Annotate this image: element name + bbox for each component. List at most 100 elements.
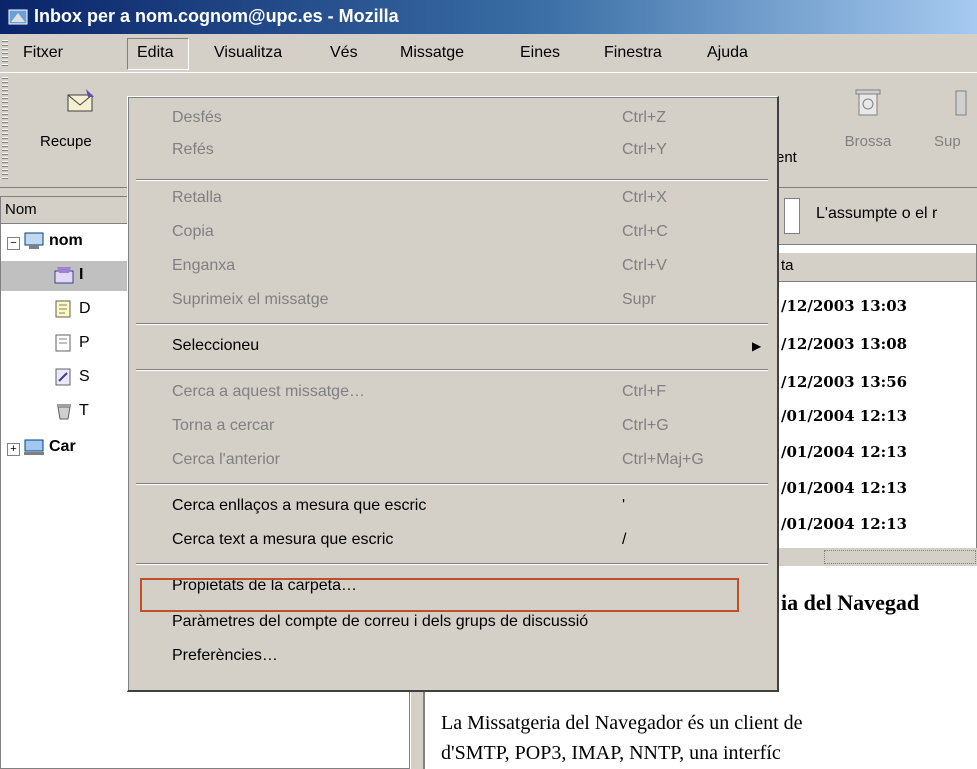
mozilla-app-icon[interactable] bbox=[8, 7, 28, 27]
menu-separator bbox=[136, 563, 768, 565]
message-date: /01/2004 12:13 bbox=[781, 515, 908, 533]
menu-item-label: Torna a cercar bbox=[172, 417, 275, 434]
menu-item-label: Preferències… bbox=[172, 647, 278, 664]
message-date: /12/2003 13:08 bbox=[781, 335, 908, 353]
menu-item-shortcut: / bbox=[622, 531, 627, 548]
menu-missatge[interactable]: Missatge bbox=[400, 44, 464, 62]
menu-item-shortcut: Ctrl+G bbox=[622, 417, 669, 434]
menu-item-copy[interactable]: Copia Ctrl+C bbox=[144, 219, 764, 249]
menu-item-label: Desfés bbox=[172, 109, 222, 126]
menubar-grip[interactable] bbox=[2, 40, 8, 68]
highlight-annotation-box bbox=[140, 578, 739, 612]
menu-item-account-settings[interactable]: Paràmetres del compte de correu i dels g… bbox=[144, 609, 764, 639]
message-date: /12/2003 13:03 bbox=[781, 297, 908, 315]
scroll-thumb[interactable] bbox=[824, 550, 976, 564]
folder-label: S bbox=[79, 368, 90, 385]
menu-item-find-links-as-type[interactable]: Cerca enllaços a mesura que escric ' bbox=[144, 493, 764, 523]
menu-item-label: Enganxa bbox=[172, 257, 236, 274]
menu-visualitza[interactable]: Visualitza bbox=[214, 44, 282, 62]
junk-label: Brossa bbox=[844, 133, 892, 150]
menu-item-redo[interactable]: Refés Ctrl+Y bbox=[144, 137, 764, 167]
menu-item-cut[interactable]: Retalla Ctrl+X bbox=[144, 185, 764, 215]
menu-item-select[interactable]: Seleccioneu ▶ bbox=[144, 333, 764, 363]
delete-label: Sup bbox=[934, 133, 961, 150]
inbox-icon bbox=[54, 267, 74, 284]
menu-item-find-again[interactable]: Torna a cercar Ctrl+G bbox=[144, 413, 764, 443]
delete-icon bbox=[955, 90, 967, 116]
templates-icon bbox=[55, 334, 71, 352]
folder-label: D bbox=[79, 300, 91, 317]
toolbar-label-enviament: ent bbox=[776, 149, 797, 166]
junk-bin-icon bbox=[855, 89, 881, 116]
mail-account-icon bbox=[24, 232, 44, 249]
collapse-toggle-icon[interactable]: − bbox=[7, 237, 20, 250]
menu-bar: Fitxer Edita Visualitza Vés Missatge Ein… bbox=[0, 38, 977, 70]
menu-fitxer[interactable]: Fitxer bbox=[23, 44, 63, 62]
message-date: /01/2004 12:13 bbox=[781, 479, 908, 497]
message-date: /01/2004 12:13 bbox=[781, 407, 908, 425]
menu-separator bbox=[136, 483, 768, 485]
preview-heading: ia del Navegad bbox=[781, 590, 920, 615]
menu-item-shortcut: Supr bbox=[622, 291, 656, 308]
menu-item-shortcut: Ctrl+Z bbox=[622, 109, 666, 126]
menu-item-label: Refés bbox=[172, 141, 214, 158]
menu-item-label: Retalla bbox=[172, 189, 222, 206]
menu-item-label: Paràmetres del compte de correu i dels g… bbox=[172, 613, 589, 630]
menu-item-shortcut: ' bbox=[622, 497, 626, 514]
title-bar[interactable]: Inbox per a nom.cognom@upc.es - Mozilla bbox=[0, 0, 977, 34]
folder-header-label: Nom bbox=[5, 201, 37, 218]
view-selector-edge[interactable] bbox=[784, 198, 800, 234]
menu-item-shortcut: Ctrl+V bbox=[622, 257, 667, 274]
menu-item-paste[interactable]: Enganxa Ctrl+V bbox=[144, 253, 764, 283]
preview-line: d'SMTP, POP3, IMAP, NNTP, una interfíc bbox=[441, 742, 781, 764]
folder-label: nom bbox=[49, 232, 83, 249]
menu-item-shortcut: Ctrl+C bbox=[622, 223, 668, 240]
sent-icon bbox=[55, 368, 71, 386]
menu-item-label: Cerca text a mesura que escric bbox=[172, 531, 394, 548]
menu-item-undo[interactable]: Desfés Ctrl+Z bbox=[144, 105, 764, 135]
menu-item-label: Suprimeix el missatge bbox=[172, 291, 329, 308]
menu-ves[interactable]: Vés bbox=[330, 44, 358, 62]
search-field-label: L'assumpte o el r bbox=[816, 205, 938, 222]
delete-button[interactable]: Sup bbox=[934, 79, 977, 179]
menu-item-label: Copia bbox=[172, 223, 214, 240]
menu-edita[interactable]: Edita bbox=[137, 44, 173, 62]
menu-item-preferences[interactable]: Preferències… bbox=[144, 643, 764, 673]
drafts-icon bbox=[55, 300, 71, 318]
junk-button[interactable]: Brossa bbox=[838, 79, 898, 179]
menu-item-find-text-as-type[interactable]: Cerca text a mesura que escric / bbox=[144, 527, 764, 557]
menu-item-shortcut: Ctrl+Y bbox=[622, 141, 667, 158]
menu-item-label: Cerca l'anterior bbox=[172, 451, 280, 468]
menu-item-label: Seleccioneu bbox=[172, 337, 260, 354]
message-date: /12/2003 13:56 bbox=[781, 373, 908, 391]
menu-item-find[interactable]: Cerca a aquest missatge… Ctrl+F bbox=[144, 379, 764, 409]
date-header-label: ta bbox=[781, 257, 794, 274]
menu-eines[interactable]: Eines bbox=[520, 44, 560, 62]
menu-item-delete-message[interactable]: Suprimeix el missatge Supr bbox=[144, 287, 764, 317]
submenu-arrow-icon: ▶ bbox=[752, 339, 762, 353]
get-mail-label: Recupe bbox=[40, 133, 92, 150]
get-mail-button[interactable]: Recupe bbox=[40, 79, 120, 179]
menu-ajuda[interactable]: Ajuda bbox=[707, 44, 748, 62]
folder-label: I bbox=[79, 266, 84, 283]
folder-label: T bbox=[79, 402, 89, 419]
trash-icon bbox=[57, 404, 71, 420]
preview-line: La Missatgeria del Navegador és un clien… bbox=[441, 712, 803, 734]
menu-item-find-previous[interactable]: Cerca l'anterior Ctrl+Maj+G bbox=[144, 447, 764, 477]
message-date: /01/2004 12:13 bbox=[781, 443, 908, 461]
menu-finestra[interactable]: Finestra bbox=[604, 44, 662, 62]
menu-item-shortcut: Ctrl+X bbox=[622, 189, 667, 206]
folder-label: Car bbox=[49, 438, 76, 455]
window-title: Inbox per a nom.cognom@upc.es - Mozilla bbox=[34, 6, 399, 26]
menu-item-label: Cerca enllaços a mesura que escric bbox=[172, 497, 427, 514]
menu-item-label: Cerca a aquest missatge… bbox=[172, 383, 365, 400]
get-mail-icon bbox=[67, 89, 94, 112]
folder-label: P bbox=[79, 334, 90, 351]
menu-separator bbox=[136, 179, 768, 181]
menu-separator bbox=[136, 369, 768, 371]
expand-toggle-icon[interactable]: + bbox=[7, 443, 20, 456]
menu-item-shortcut: Ctrl+Maj+G bbox=[622, 451, 704, 468]
menu-item-shortcut: Ctrl+F bbox=[622, 383, 666, 400]
toolbar-grip[interactable] bbox=[2, 77, 8, 181]
local-folders-icon bbox=[24, 439, 44, 455]
